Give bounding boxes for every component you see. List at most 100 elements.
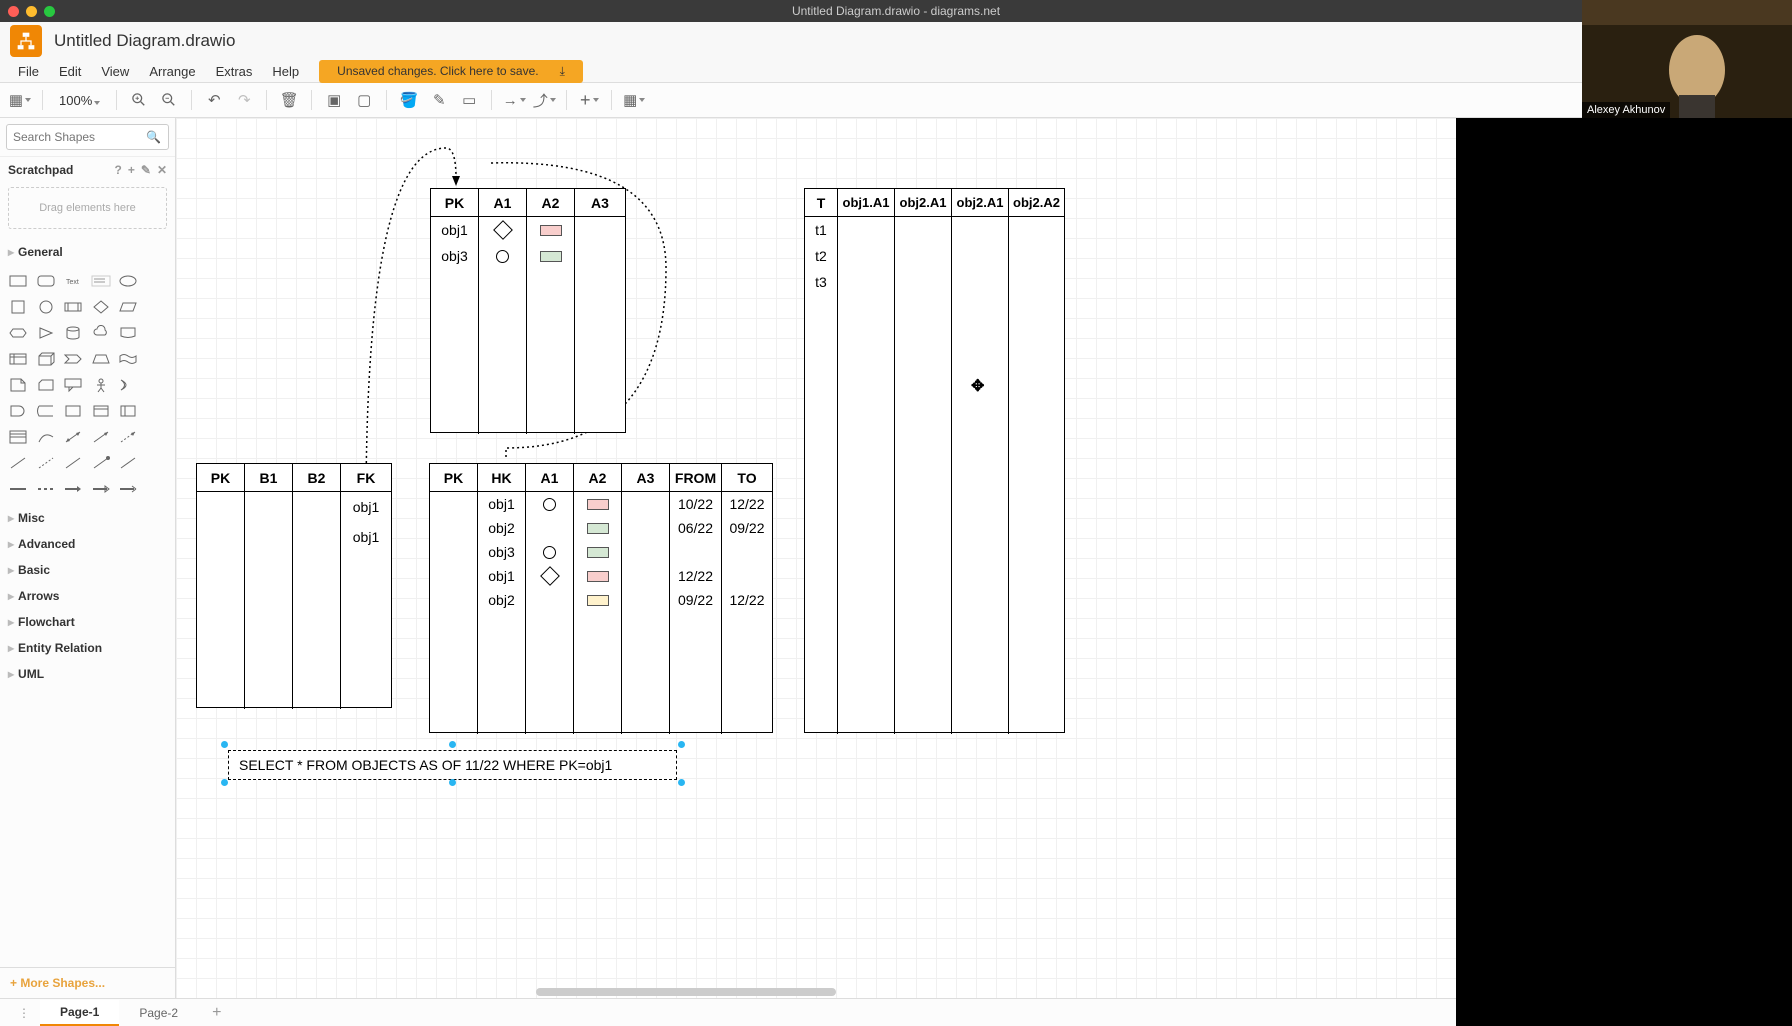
menu-edit[interactable]: Edit <box>51 62 89 81</box>
menu-extras[interactable]: Extras <box>208 62 261 81</box>
shape-and[interactable] <box>6 399 30 423</box>
diagram-table-4[interactable]: T obj1.A1 obj2.A1 obj2.A1 obj2.A2 t1 <box>804 188 1065 733</box>
waypoint-button[interactable]: ⤴ <box>532 88 556 112</box>
table-button[interactable]: ▦ <box>622 88 646 112</box>
connection-button[interactable]: → <box>502 88 526 112</box>
fill-color-button[interactable]: 🪣 <box>397 88 421 112</box>
shape-callout[interactable] <box>61 373 85 397</box>
to-back-button[interactable]: ▢ <box>352 88 376 112</box>
page-menu-button[interactable]: ⋮ <box>8 1006 40 1020</box>
save-notice-button[interactable]: Unsaved changes. Click here to save. ⤓ <box>319 60 583 83</box>
shape-or[interactable] <box>116 373 140 397</box>
shape-line4[interactable] <box>116 451 140 475</box>
section-entity[interactable]: ▸Entity Relation <box>0 635 175 661</box>
zoom-in-button[interactable] <box>127 88 151 112</box>
scratchpad-add-icon[interactable]: + <box>128 163 135 177</box>
add-page-button[interactable]: + <box>198 1004 235 1022</box>
diagram-table-3[interactable]: PK HK A1 A2 A3 FROM TO obj1 10 <box>429 463 773 733</box>
shape-square[interactable] <box>6 295 30 319</box>
section-advanced[interactable]: ▸Advanced <box>0 531 175 557</box>
shape-connector3[interactable] <box>61 477 85 501</box>
scratchpad-dropzone[interactable]: Drag elements here <box>8 187 167 229</box>
shape-line3[interactable] <box>89 451 113 475</box>
shape-hexagon[interactable] <box>6 321 30 345</box>
shape-line[interactable] <box>6 451 30 475</box>
shape-parallelogram[interactable] <box>116 295 140 319</box>
horizontal-scrollbar[interactable] <box>536 988 836 996</box>
page-tab-1[interactable]: Page-1 <box>40 1000 119 1026</box>
shape-card[interactable] <box>34 373 58 397</box>
more-shapes-button[interactable]: + More Shapes... <box>0 967 175 998</box>
shape-rect3[interactable] <box>89 399 113 423</box>
redo-button[interactable]: ↷ <box>232 88 256 112</box>
section-flowchart[interactable]: ▸Flowchart <box>0 609 175 635</box>
shape-cylinder[interactable] <box>61 321 85 345</box>
scratchpad-label[interactable]: Scratchpad <box>8 163 73 177</box>
shape-rect[interactable] <box>6 269 30 293</box>
shape-note[interactable] <box>6 373 30 397</box>
line-color-button[interactable]: ✎ <box>427 88 451 112</box>
section-basic[interactable]: ▸Basic <box>0 557 175 583</box>
sql-text-box[interactable]: SELECT * FROM OBJECTS AS OF 11/22 WHERE … <box>228 750 677 780</box>
file-title[interactable]: Untitled Diagram.drawio <box>54 31 235 51</box>
section-misc[interactable]: ▸Misc <box>0 505 175 531</box>
shape-list[interactable] <box>6 425 30 449</box>
menu-file[interactable]: File <box>10 62 47 81</box>
delete-button[interactable]: 🗑 <box>277 88 301 112</box>
shape-rect4[interactable] <box>116 399 140 423</box>
to-front-button[interactable]: ▣ <box>322 88 346 112</box>
shape-diamond[interactable] <box>89 295 113 319</box>
shape-dashed-line[interactable] <box>34 451 58 475</box>
shadow-button[interactable]: ▭ <box>457 88 481 112</box>
video-thumbnail[interactable]: Alexey Akhunov <box>1582 0 1792 118</box>
undo-button[interactable]: ↶ <box>202 88 226 112</box>
diagram-table-2[interactable]: PK B1 B2 FK obj1 o <box>196 463 392 708</box>
close-window-button[interactable] <box>8 6 19 17</box>
menu-help[interactable]: Help <box>264 62 307 81</box>
shape-connector4[interactable] <box>89 477 113 501</box>
shape-text[interactable]: Text <box>61 269 85 293</box>
scratchpad-help-icon[interactable]: ? <box>115 163 122 177</box>
shape-process[interactable] <box>61 295 85 319</box>
shape-curve[interactable] <box>34 425 58 449</box>
shape-connector2[interactable] <box>34 477 58 501</box>
canvas[interactable]: PK A1 A2 A3 obj1 obj3 <box>176 118 1586 998</box>
shape-cube[interactable] <box>34 347 58 371</box>
section-uml[interactable]: ▸UML <box>0 661 175 687</box>
menu-arrange[interactable]: Arrange <box>141 62 203 81</box>
shape-rect2[interactable] <box>61 399 85 423</box>
shape-datastore[interactable] <box>34 399 58 423</box>
shape-connector1[interactable] <box>6 477 30 501</box>
scratchpad-edit-icon[interactable]: ✎ <box>141 163 151 177</box>
zoom-out-button[interactable] <box>157 88 181 112</box>
shape-ellipse[interactable] <box>116 269 140 293</box>
maximize-window-button[interactable] <box>44 6 55 17</box>
shape-triangle[interactable] <box>34 321 58 345</box>
scratchpad-close-icon[interactable]: ✕ <box>157 163 167 177</box>
shape-actor[interactable] <box>89 373 113 397</box>
shape-dashed-arrow[interactable] <box>116 425 140 449</box>
shape-cloud[interactable] <box>89 321 113 345</box>
shape-internal[interactable] <box>6 347 30 371</box>
shape-textbox[interactable] <box>89 269 113 293</box>
shape-arrow-bi[interactable] <box>61 425 85 449</box>
page-tab-2[interactable]: Page-2 <box>119 1001 198 1025</box>
shape-line2[interactable] <box>61 451 85 475</box>
view-mode-button[interactable]: ▦ <box>8 88 32 112</box>
diagram-table-1[interactable]: PK A1 A2 A3 obj1 obj3 <box>430 188 626 433</box>
shape-rounded[interactable] <box>34 269 58 293</box>
section-general[interactable]: ▸General <box>0 239 175 265</box>
shape-circle[interactable] <box>34 295 58 319</box>
shape-trapezoid[interactable] <box>89 347 113 371</box>
shape-step[interactable] <box>61 347 85 371</box>
insert-button[interactable]: + <box>577 88 601 112</box>
shape-document[interactable] <box>116 321 140 345</box>
minimize-window-button[interactable] <box>26 6 37 17</box>
search-shapes-input[interactable] <box>6 124 169 150</box>
shape-tape[interactable] <box>116 347 140 371</box>
menu-view[interactable]: View <box>93 62 137 81</box>
shape-arrow[interactable] <box>89 425 113 449</box>
zoom-level[interactable]: 100% <box>53 93 106 108</box>
shape-connector5[interactable] <box>116 477 140 501</box>
section-arrows[interactable]: ▸Arrows <box>0 583 175 609</box>
